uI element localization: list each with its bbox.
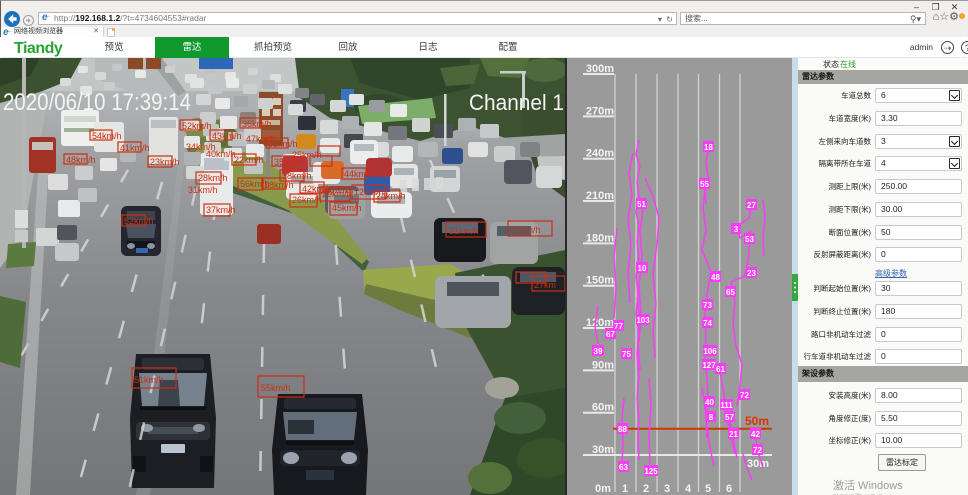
svg-text:8: 8	[709, 413, 714, 422]
svg-text:65: 65	[726, 288, 735, 297]
svg-text:150m: 150m	[586, 275, 614, 287]
svg-text:75: 75	[622, 350, 631, 359]
svg-text:23km/h: 23km/h	[150, 157, 180, 167]
svg-text:74: 74	[703, 319, 712, 328]
svg-text:28km/h: 28km/h	[198, 173, 228, 183]
svg-text:1: 1	[622, 483, 628, 495]
svg-text:55: 55	[700, 180, 709, 189]
svg-text:26km/h: 26km/h	[292, 195, 322, 205]
svg-text:3: 3	[734, 225, 739, 234]
svg-text:22km/h: 22km/h	[234, 155, 264, 165]
svg-text:41km/h: 41km/h	[120, 143, 150, 153]
svg-text:57: 57	[725, 413, 734, 422]
svg-text:Channel 1: Channel 1	[469, 90, 564, 115]
svg-text:18: 18	[704, 143, 713, 152]
svg-text:60m: 60m	[592, 402, 614, 414]
svg-text:127: 127	[702, 361, 716, 370]
svg-text:270m: 270m	[586, 105, 614, 117]
svg-text:51km/h: 51km/h	[134, 375, 164, 385]
svg-text:120m: 120m	[586, 317, 614, 329]
svg-text:106: 106	[703, 347, 717, 356]
svg-text:35km/h: 35km/h	[274, 157, 304, 167]
svg-text:36km/h: 36km/h	[242, 119, 272, 129]
svg-text:63: 63	[619, 463, 628, 472]
svg-text:27km: 27km	[534, 280, 556, 290]
svg-text:48km/h: 48km/h	[66, 155, 96, 165]
svg-text:52km/h: 52km/h	[124, 216, 154, 226]
svg-text:77: 77	[614, 322, 623, 331]
svg-text:111: 111	[720, 401, 733, 410]
svg-text:23: 23	[747, 269, 756, 278]
svg-text:21km/h: 21km/h	[449, 226, 479, 236]
svg-text:18km/h: 18km/h	[264, 180, 294, 190]
svg-text:67: 67	[606, 330, 615, 339]
svg-text:37km/h: 37km/h	[206, 205, 236, 215]
svg-text:103: 103	[636, 316, 650, 325]
svg-text:30m: 30m	[592, 444, 614, 456]
svg-text:180m: 180m	[586, 232, 614, 244]
svg-text:43km/h: 43km/h	[212, 131, 242, 141]
svg-text:4: 4	[685, 483, 692, 495]
svg-text:0m: 0m	[595, 483, 611, 495]
svg-text:42km/h: 42km/h	[302, 184, 332, 194]
svg-text:54km/h: 54km/h	[92, 131, 122, 141]
svg-text:32km/h: 32km/h	[268, 139, 298, 149]
svg-text:2020/06/10 17:39:14: 2020/06/10 17:39:14	[3, 89, 191, 116]
svg-text:27km/h: 27km/h	[511, 225, 541, 235]
svg-text:10: 10	[638, 264, 647, 273]
svg-text:45km/h: 45km/h	[332, 203, 362, 213]
svg-text:72: 72	[740, 391, 749, 400]
svg-text:61: 61	[716, 365, 725, 374]
svg-text:27: 27	[747, 201, 756, 210]
svg-text:88: 88	[618, 425, 627, 434]
svg-text:51: 51	[637, 200, 646, 209]
svg-text:50m: 50m	[745, 414, 769, 428]
svg-text:21: 21	[729, 430, 738, 439]
svg-text:42: 42	[751, 430, 760, 439]
svg-text:3: 3	[664, 483, 670, 495]
svg-text:240m: 240m	[586, 148, 614, 160]
svg-text:30m: 30m	[747, 458, 769, 470]
svg-text:6: 6	[726, 483, 732, 495]
svg-text:40: 40	[705, 398, 714, 407]
svg-text:12km/h: 12km/h	[354, 187, 384, 197]
svg-text:90m: 90m	[592, 359, 614, 371]
svg-text:44km/h: 44km/h	[344, 169, 374, 179]
svg-text:125: 125	[644, 467, 658, 476]
svg-text:55km/h: 55km/h	[261, 383, 291, 393]
svg-text:39: 39	[594, 347, 603, 356]
svg-text:73: 73	[703, 301, 712, 310]
svg-text:5: 5	[705, 483, 711, 495]
svg-text:31km/h: 31km/h	[188, 185, 218, 195]
svg-text:72: 72	[753, 446, 762, 455]
svg-text:53: 53	[745, 235, 754, 244]
svg-text:2: 2	[643, 483, 649, 495]
svg-text:40km/h: 40km/h	[206, 149, 236, 159]
svg-text:300m: 300m	[586, 63, 614, 75]
svg-text:210m: 210m	[586, 190, 614, 202]
svg-text:52km/h: 52km/h	[182, 121, 212, 131]
svg-text:48: 48	[711, 273, 720, 282]
